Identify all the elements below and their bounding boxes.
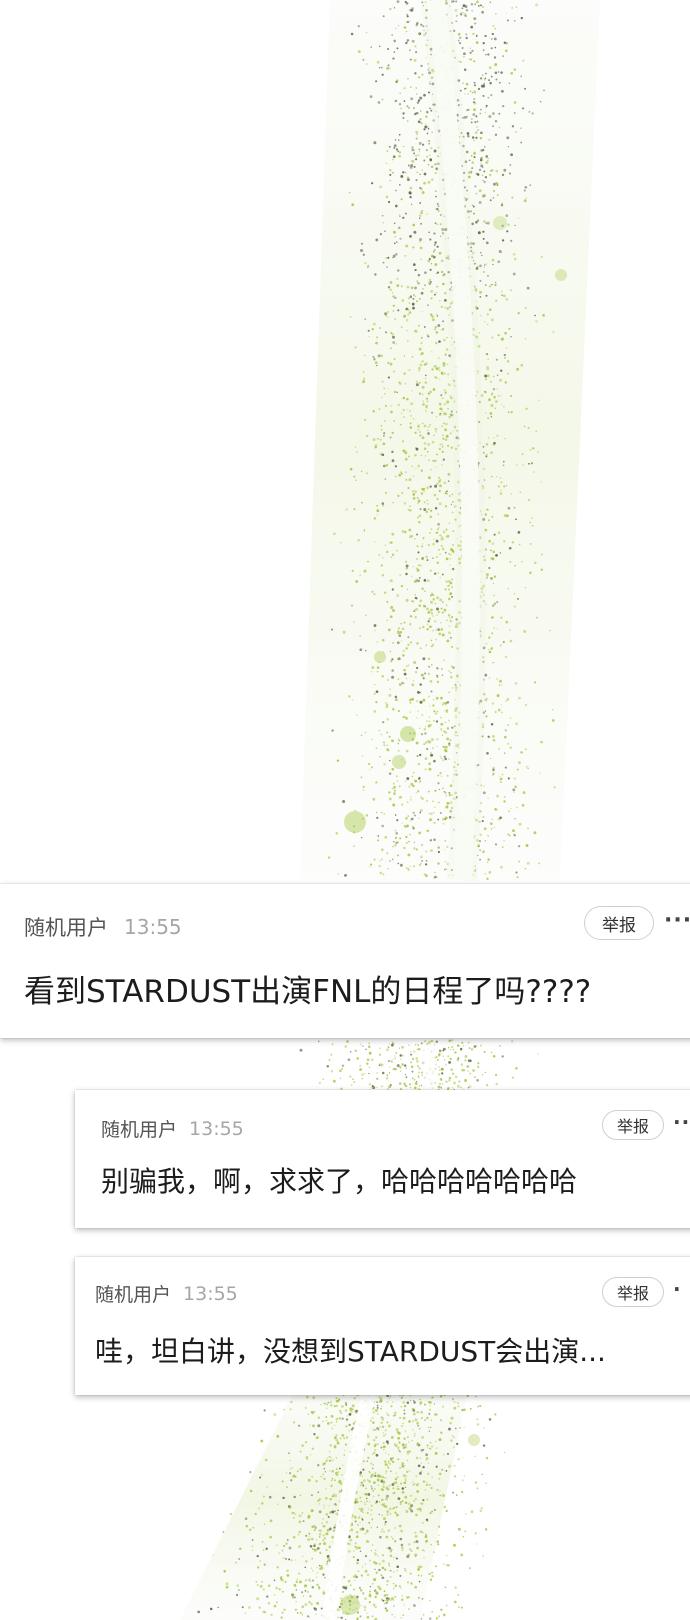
comment-username[interactable]: 随机用户 (24, 912, 108, 942)
reply-card-1 (75, 1090, 690, 1228)
reply-timestamp-1: 13:55 (189, 1117, 244, 1140)
reply-meta-1: 随机用户 13:55 (101, 1115, 244, 1142)
reply-text-1: 别骗我，啊，求求了，哈哈哈哈哈哈哈 (101, 1165, 578, 1198)
comment-meta: 随机用户 13:55 (24, 912, 182, 942)
more-options-button[interactable]: ··· (664, 908, 690, 933)
report-button-reply-1[interactable]: 举报 (602, 1110, 664, 1140)
reply-username-2[interactable]: 随机用户 (95, 1280, 171, 1307)
more-options-button-reply-1[interactable]: ·· (673, 1110, 690, 1134)
reply-card-2 (75, 1257, 690, 1395)
comment-card-main (0, 884, 690, 1038)
more-options-button-reply-2[interactable]: · (673, 1277, 682, 1301)
reply-text-2: 哇，坦白讲，没想到STARDUST会出演... (95, 1335, 606, 1368)
reply-username-1[interactable]: 随机用户 (101, 1115, 177, 1142)
reply-timestamp-2: 13:55 (183, 1282, 238, 1305)
report-button[interactable]: 举报 (584, 906, 654, 940)
comment-text: 看到STARDUST出演FNL的日程了吗???? (24, 974, 592, 1010)
comment-timestamp: 13:55 (124, 915, 182, 939)
webtoon-panel: 随机用户 13:55 举报 ··· 看到STARDUST出演FNL的日程了吗??… (0, 0, 690, 1620)
dust-particles-middle (299, 1039, 539, 1092)
report-button-reply-2[interactable]: 举报 (602, 1277, 664, 1307)
reply-meta-2: 随机用户 13:55 (95, 1280, 238, 1307)
